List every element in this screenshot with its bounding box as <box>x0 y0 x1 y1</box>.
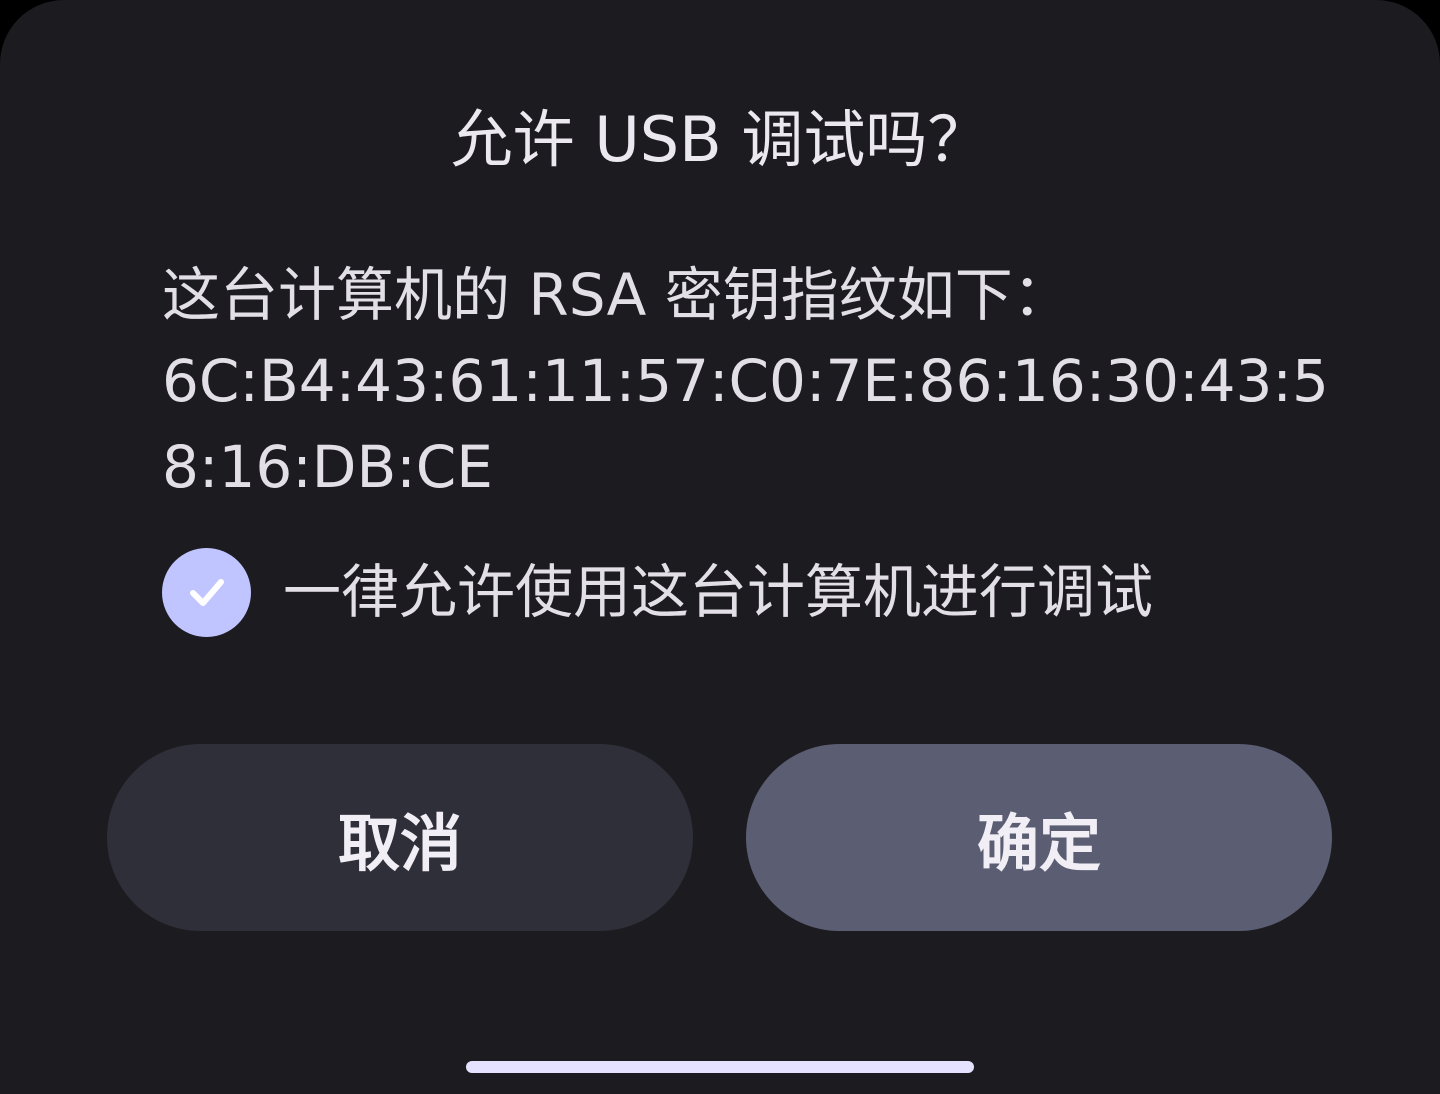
fingerprint-line-2: 8:16:DB:CE <box>162 433 493 501</box>
always-allow-checkbox-row[interactable]: 一律允许使用这台计算机进行调试 <box>162 546 1153 638</box>
cancel-button[interactable]: 取消 <box>107 744 693 931</box>
dialog-message: 这台计算机的 RSA 密钥指纹如下： 6C:B4:43:61:11:57:C0:… <box>162 252 1329 510</box>
check-icon <box>189 579 224 606</box>
ok-button[interactable]: 确定 <box>746 744 1332 931</box>
always-allow-checkbox[interactable] <box>162 547 251 637</box>
dialog-title: 允许 USB 调试吗？ <box>450 103 990 176</box>
fingerprint-line-1: 6C:B4:43:61:11:57:C0:7E:86:16:30:43:5 <box>162 347 1329 415</box>
usb-debugging-dialog: 允许 USB 调试吗？ 这台计算机的 RSA 密钥指纹如下： 6C:B4:43:… <box>0 0 1440 1094</box>
home-indicator[interactable] <box>466 1061 974 1073</box>
message-text: 这台计算机的 RSA 密钥指纹如下： <box>162 261 1071 329</box>
always-allow-label[interactable]: 一律允许使用这台计算机进行调试 <box>283 546 1153 638</box>
